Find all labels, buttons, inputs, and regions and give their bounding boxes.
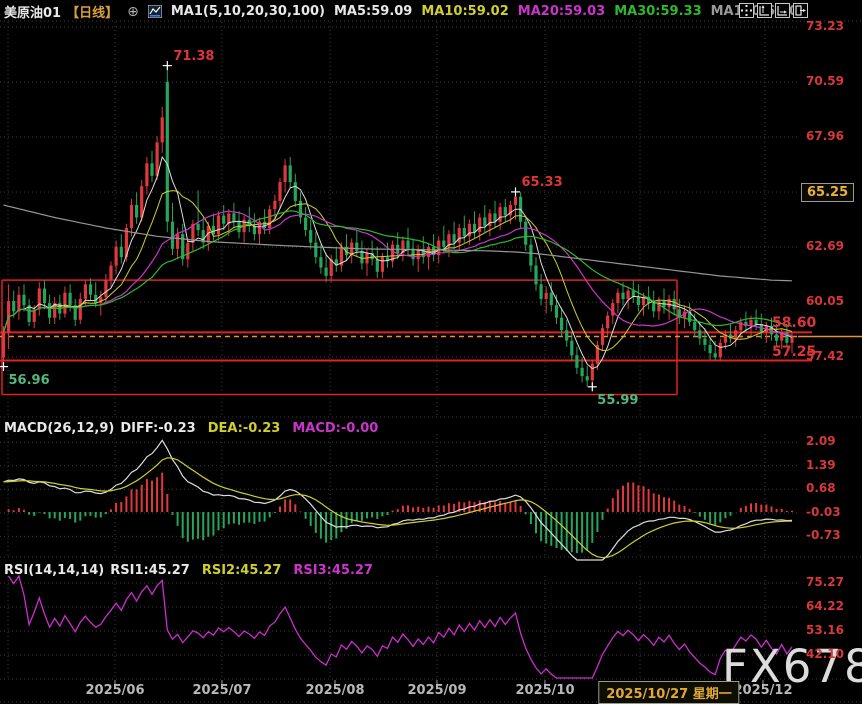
rsi3-value: RSI3:45.27 xyxy=(293,563,373,578)
rsi-header: RSI(14,14,14) RSI1:45.27 RSI2:45.27 RSI3… xyxy=(4,563,373,578)
fx678-watermark: FX678 xyxy=(722,640,862,693)
rsi2-value: RSI2:45.27 xyxy=(202,563,282,578)
chart-type-icon[interactable] xyxy=(148,5,162,18)
chart-header: 美原油01 【日线】 ⊕ MA1(5,10,20,30,100) MA5:59.… xyxy=(4,2,807,21)
macd-header: MACD(26,12,9) DIFF:-0.23 DEA:-0.23 MACD:… xyxy=(4,421,378,436)
add-indicator-icon[interactable]: ⊕ xyxy=(127,4,139,20)
period-label: 【日线】 xyxy=(66,2,118,21)
pan-tool-icon[interactable] xyxy=(739,3,754,18)
trading-app-window: 美原油01 【日线】 ⊕ MA1(5,10,20,30,100) MA5:59.… xyxy=(0,0,862,704)
ma10-value: MA10:59.02 xyxy=(421,4,508,19)
rsi1-value: RSI1:45.27 xyxy=(110,563,190,578)
ma30-value: MA30:59.33 xyxy=(614,4,701,19)
symbol-title: 美原油01 xyxy=(4,2,61,21)
macd-diff-value: DIFF:-0.23 xyxy=(120,421,195,436)
ma20-value: MA20:59.03 xyxy=(518,4,605,19)
macd-dea-value: DEA:-0.23 xyxy=(208,421,281,436)
chart-canvas[interactable] xyxy=(0,0,862,704)
exit-pane-icon[interactable] xyxy=(793,3,808,18)
rsi-params-label: RSI(14,14,14) xyxy=(4,563,104,578)
axis-scale-left-icon[interactable] xyxy=(757,3,772,18)
macd-macd-value: MACD:-0.00 xyxy=(292,421,378,436)
ma5-value: MA5:59.09 xyxy=(334,4,412,19)
macd-params-label: MACD(26,12,9) xyxy=(4,421,114,436)
chart-toolbar xyxy=(739,3,808,18)
axis-scale-right-icon[interactable] xyxy=(775,3,790,18)
ma-settings-label: MA1(5,10,20,30,100) xyxy=(171,4,325,19)
